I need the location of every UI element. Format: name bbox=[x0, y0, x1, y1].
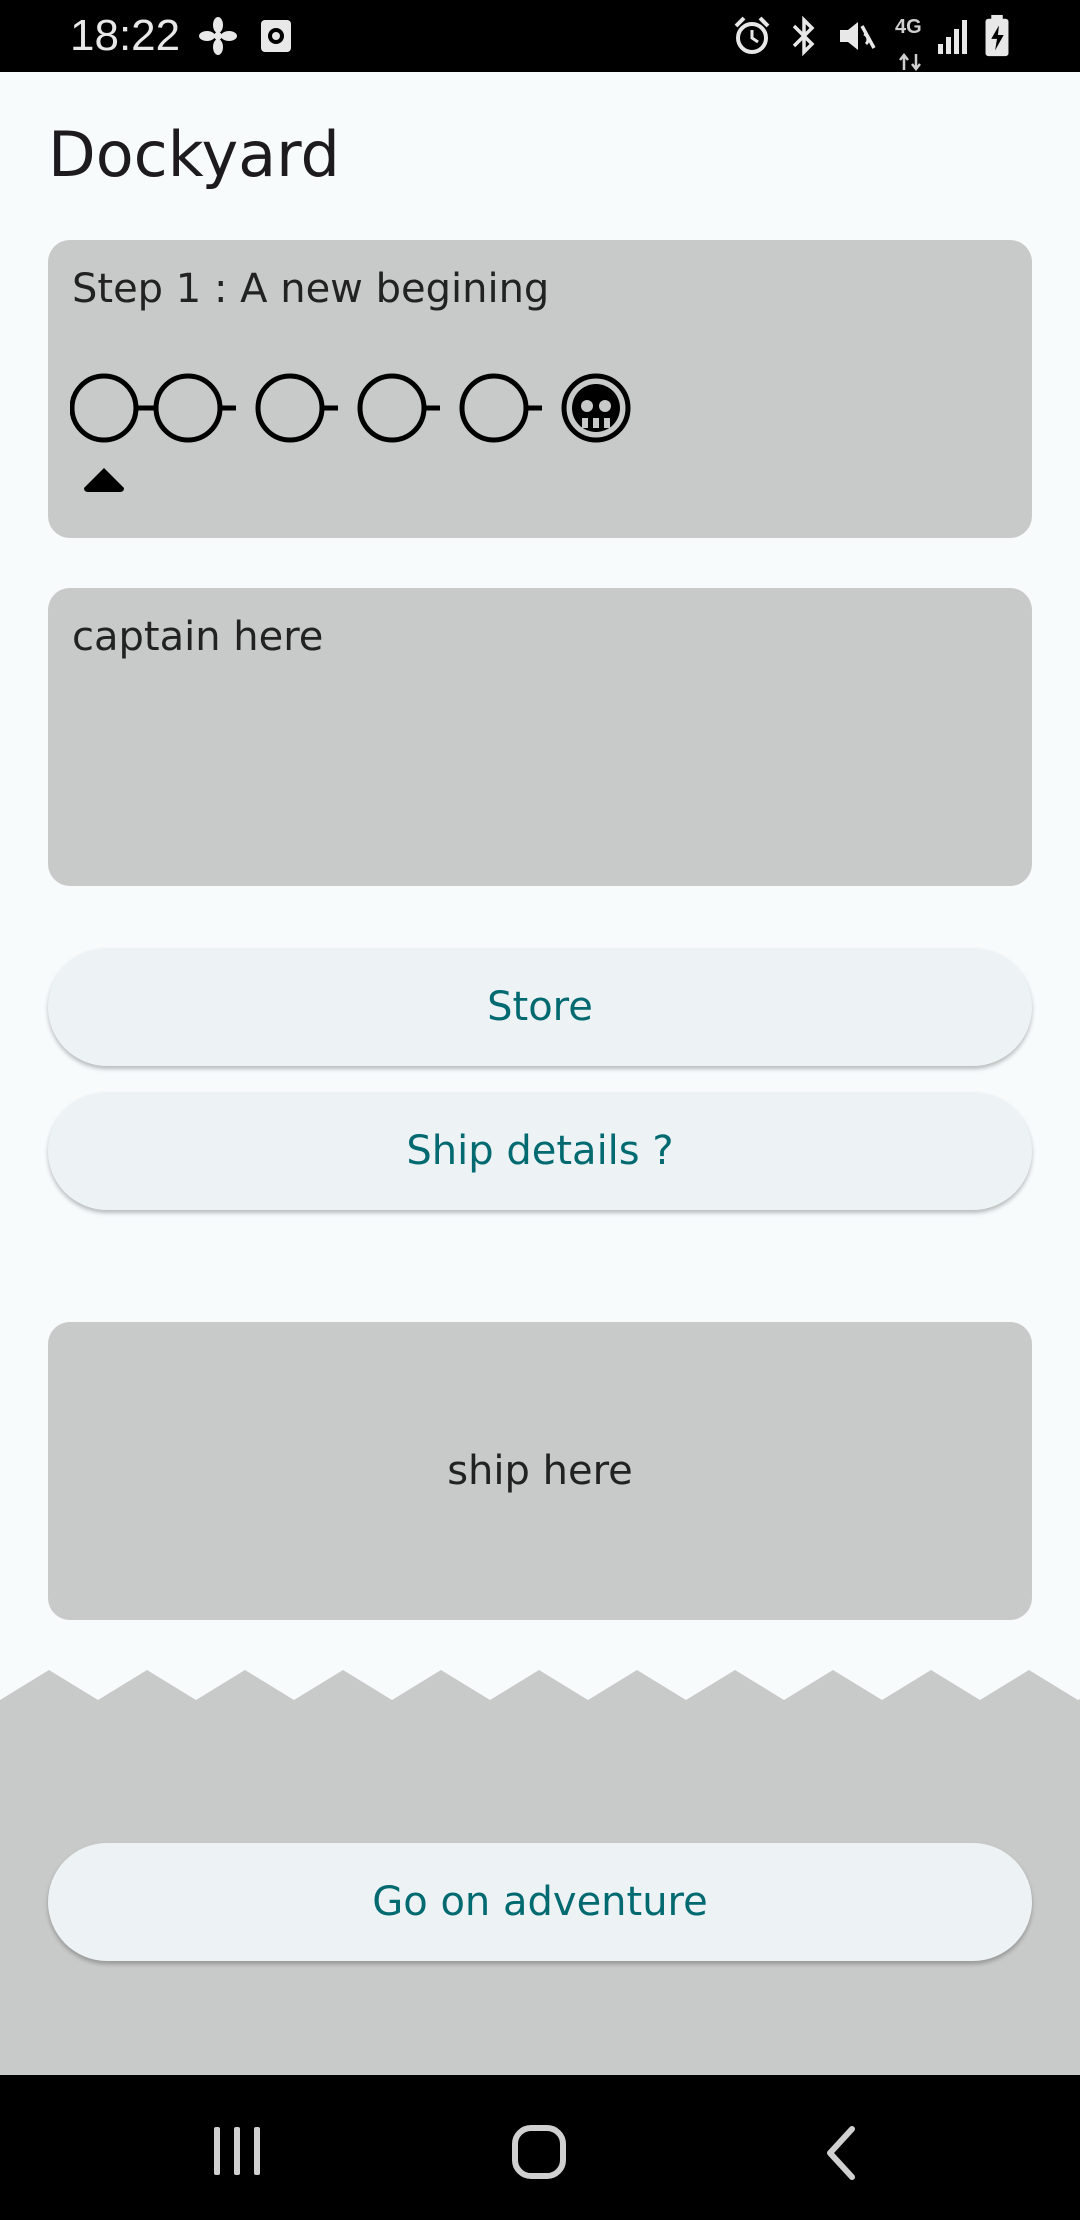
captain-card: captain here bbox=[48, 588, 1032, 886]
alarm-icon bbox=[734, 16, 770, 54]
store-button[interactable]: Store bbox=[48, 948, 1032, 1066]
data-arrows-icon bbox=[899, 52, 921, 72]
status-time: 18:22 bbox=[70, 11, 181, 60]
step-node-5 bbox=[459, 373, 529, 443]
status-bar: 18:22 4G bbox=[0, 0, 1080, 72]
signal-icon bbox=[938, 20, 967, 54]
navigation-bar bbox=[0, 2075, 1080, 2220]
media-icon bbox=[261, 20, 291, 52]
bluetooth-icon bbox=[792, 15, 815, 57]
home-icon[interactable] bbox=[510, 2123, 570, 2183]
back-icon[interactable] bbox=[818, 2123, 868, 2183]
mute-icon bbox=[840, 22, 876, 50]
current-step-marker bbox=[84, 468, 124, 492]
battery-icon bbox=[985, 14, 1009, 57]
step-progress-card: Step 1 : A new begining bbox=[48, 240, 1032, 538]
go-on-adventure-button[interactable]: Go on adventure bbox=[48, 1843, 1032, 1961]
step-node-1 bbox=[70, 373, 139, 443]
step-node-4 bbox=[357, 373, 427, 443]
network-type-label: 4G bbox=[895, 16, 922, 38]
step-node-2 bbox=[153, 373, 223, 443]
step-label: Step 1 : A new begining bbox=[72, 266, 550, 312]
ship-label: ship here bbox=[447, 1448, 633, 1494]
skull-icon bbox=[561, 373, 631, 443]
step-progress-indicator bbox=[70, 373, 631, 492]
captain-label: captain here bbox=[72, 614, 324, 660]
step-node-3 bbox=[255, 373, 325, 443]
ship-card: ship here bbox=[48, 1322, 1032, 1620]
ship-details-button[interactable]: Ship details ? bbox=[48, 1092, 1032, 1210]
page-title: Dockyard bbox=[48, 118, 340, 191]
fan-icon bbox=[199, 17, 237, 55]
recent-apps-icon[interactable] bbox=[210, 2123, 266, 2179]
